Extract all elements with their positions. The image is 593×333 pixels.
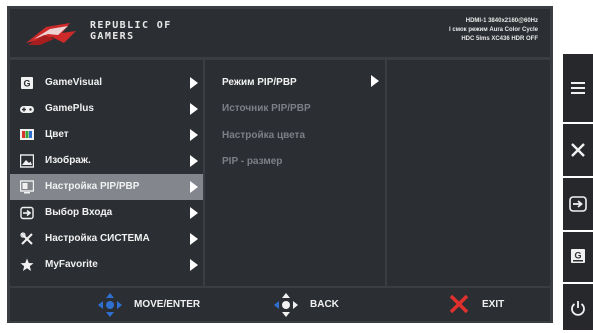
- sub-menu: Режим PIP/PBP Источник PIP/PBP Настройка…: [205, 60, 385, 286]
- menu-item-myfavorite[interactable]: MyFavorite: [10, 252, 203, 278]
- chevron-right-icon: [371, 75, 379, 87]
- menu-icon: [571, 82, 585, 94]
- star-icon: [20, 258, 34, 271]
- color-icon: [20, 129, 34, 140]
- info-line3: HDC 5lms XC436 HDR OFF: [461, 36, 538, 42]
- osd-panel: REPUBLIC OF GAMERS HDMI-1 3840x2160@60Hz…: [7, 6, 553, 323]
- header-bar: REPUBLIC OF GAMERS HDMI-1 3840x2160@60Hz…: [10, 9, 550, 57]
- chevron-right-icon: [190, 155, 198, 167]
- submenu-item-pip-source[interactable]: Источник PIP/PBP: [222, 103, 311, 114]
- side-button-gamevisual[interactable]: G: [563, 232, 593, 282]
- close-icon: [449, 294, 469, 314]
- input-icon: [569, 196, 587, 212]
- menu-item-pip-pbp[interactable]: Настройка PIP/PBP: [10, 174, 203, 200]
- dpad-icon: [274, 293, 298, 317]
- chevron-right-icon: [190, 181, 198, 193]
- svg-text:G: G: [574, 251, 581, 261]
- side-button-menu[interactable]: [563, 54, 593, 122]
- menu-item-label: GamePlus: [45, 103, 94, 114]
- gamepad-icon: [20, 106, 34, 113]
- move-enter-label: MOVE/ENTER: [134, 299, 201, 310]
- menu-item-system[interactable]: Настройка СИСТЕМА: [10, 226, 203, 252]
- menu-item-label: GameVisual: [45, 77, 103, 88]
- side-button-input[interactable]: [563, 178, 593, 230]
- chevron-right-icon: [190, 233, 198, 245]
- chevron-right-icon: [190, 207, 198, 219]
- menu-item-label: MyFavorite: [45, 259, 98, 270]
- main-menu: G GameVisual GamePlus Цвет Изображ. Наст…: [10, 60, 203, 286]
- option-panel: [387, 60, 550, 286]
- chevron-right-icon: [190, 129, 198, 141]
- menu-item-label: Настройка PIP/PBP: [45, 181, 140, 192]
- submenu-item-color-setting[interactable]: Настройка цвета: [222, 130, 305, 141]
- submenu-item-pip-size[interactable]: PIP - размер: [222, 156, 282, 167]
- back-label: BACK: [310, 299, 339, 310]
- submenu-item-pip-mode[interactable]: Режим PIP/PBP: [222, 77, 297, 88]
- rog-logo-icon: [26, 23, 76, 45]
- status-info: HDMI-1 3840x2160@60Hz I смок режим Aura …: [449, 17, 538, 44]
- info-line1: HDMI-1 3840x2160@60Hz: [465, 18, 538, 24]
- close-icon: [571, 143, 585, 157]
- gamevisual-icon: G: [571, 249, 585, 263]
- brand-line2: GAMERS: [90, 31, 135, 42]
- info-line2: I смок режим Aura Color Cycle: [448, 27, 538, 33]
- exit-hint[interactable]: EXIT: [448, 288, 528, 321]
- menu-item-color[interactable]: Цвет: [10, 122, 203, 148]
- tools-icon: [20, 232, 33, 245]
- side-button-power[interactable]: [563, 284, 593, 330]
- brand-text: REPUBLIC OF GAMERS: [90, 20, 172, 42]
- menu-item-image[interactable]: Изображ.: [10, 148, 203, 174]
- move-enter-hint[interactable]: MOVE/ENTER: [96, 288, 226, 321]
- svg-text:G: G: [23, 79, 30, 89]
- dpad-icon: [98, 293, 122, 317]
- menu-item-gamevisual[interactable]: G GameVisual: [10, 70, 203, 96]
- menu-item-gameplus[interactable]: GamePlus: [10, 96, 203, 122]
- menu-item-input[interactable]: Выбор Входа: [10, 200, 203, 226]
- power-icon: [571, 301, 585, 316]
- chevron-right-icon: [190, 103, 198, 115]
- chevron-right-icon: [190, 259, 198, 271]
- chevron-right-icon: [190, 77, 198, 89]
- footer-bar: MOVE/ENTER BACK EXIT: [10, 288, 550, 321]
- back-hint[interactable]: BACK: [272, 288, 362, 321]
- side-button-close[interactable]: [563, 124, 593, 176]
- image-icon: [20, 154, 34, 168]
- input-icon: [20, 206, 34, 220]
- menu-item-label: Изображ.: [45, 155, 91, 166]
- menu-item-label: Цвет: [45, 129, 69, 140]
- pip-icon: [20, 180, 34, 194]
- exit-label: EXIT: [482, 299, 505, 310]
- brand-line1: REPUBLIC OF: [90, 20, 172, 31]
- menu-item-label: Настройка СИСТЕМА: [45, 233, 150, 244]
- menu-item-label: Выбор Входа: [45, 207, 113, 218]
- gamevisual-icon: G: [21, 77, 33, 89]
